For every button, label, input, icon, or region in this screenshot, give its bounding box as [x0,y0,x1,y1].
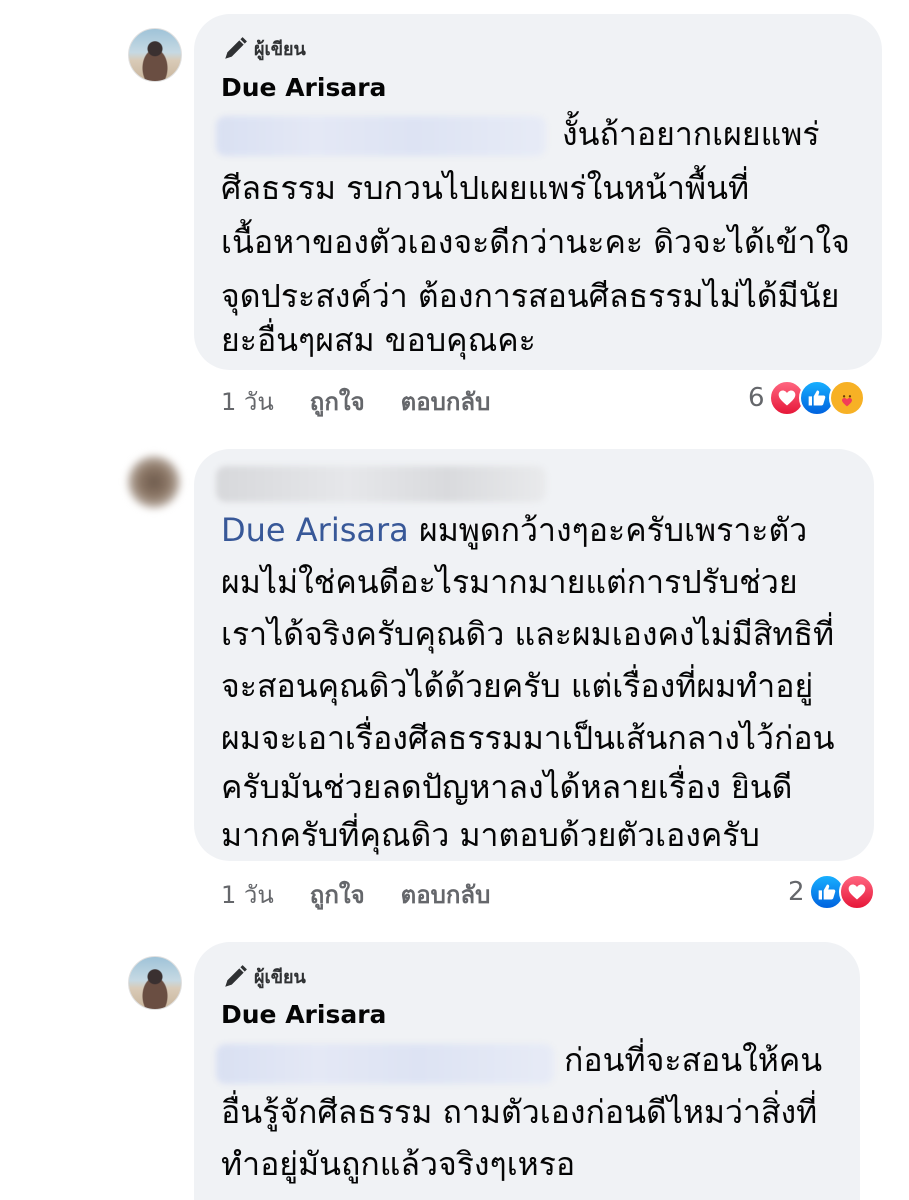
author-badge-label: ผู้เขียน [254,967,306,988]
comment-line: อื่นรู้จักศีลธรรม ถามตัวเองก่อนดีไหมว่าส… [221,1093,818,1131]
redacted-mention [216,1044,554,1084]
comment-line: ยะอื่นๆผสม ขอบคุณคะ [221,321,536,359]
reaction-count: 2 [788,877,805,907]
comment-line: ผมไม่ใช่คนดีอะไรมากมายแต่การปรับช่วย [221,563,798,601]
reply-button[interactable]: ตอบกลับ [401,382,491,421]
avatar[interactable] [128,456,180,508]
comment-line: เนื้อหาของตัวเองจะดีกว่านะคะ ดิวจะได้เข้… [221,223,850,261]
comment-meta: 1 วัน ถูกใจ ตอบกลับ [221,382,490,421]
comment-line: งั้นถ้าอยากเผยแพร่ [562,115,820,153]
avatar[interactable] [128,28,182,82]
reaction-summary[interactable]: 6 [748,380,865,416]
comment-line: ผมจะเอาเรื่องศีลธรรมมาเป็นเส้นกลางไว้ก่อ… [221,719,835,757]
comment-line: ทำอยู่มันถูกแล้วจริงๆเหรอ [221,1145,576,1183]
love-icon [838,874,875,910]
author-badge: ผู้เขียน [222,34,306,63]
redacted-mention [216,116,546,156]
avatar[interactable] [128,956,182,1010]
timestamp[interactable]: 1 วัน [221,382,274,421]
comment-line: ครับมันช่วยลดปัญหาลงได้หลายเรื่อง ยินดี [221,768,793,806]
pen-icon [225,36,247,59]
author-name[interactable]: Due Arisara [221,1000,386,1029]
care-icon [828,380,865,416]
comment-line: จะสอนคุณดิวได้ด้วยครับ แต่เรื่องที่ผมทำอ… [221,667,814,705]
timestamp[interactable]: 1 วัน [221,875,274,914]
like-button[interactable]: ถูกใจ [310,875,365,914]
mention-link[interactable]: Due Arisara [221,511,409,549]
like-button[interactable]: ถูกใจ [310,382,365,421]
comment-thread: ผู้เขียน Due Arisara งั้นถ้าอยากเผยแพร่ … [0,0,909,1200]
redacted-author-name [216,466,546,502]
comment-line: ก่อนที่จะสอนให้คน [564,1041,823,1079]
author-name[interactable]: Due Arisara [221,73,386,102]
author-badge: ผู้เขียน [222,962,306,991]
author-badge-label: ผู้เขียน [254,39,306,60]
pen-icon [225,964,247,987]
comment-line: มากครับที่คุณดิว มาตอบด้วยตัวเองครับ [221,816,760,854]
comment-line-text: ผมพูดกว้างๆอะครับเพราะตัว [418,511,808,549]
comment-meta: 1 วัน ถูกใจ ตอบกลับ [221,875,490,914]
reply-button[interactable]: ตอบกลับ [401,875,491,914]
comment-line: ศีลธรรม รบกวนไปเผยแพร่ในหน้าพื้นที่ [221,169,750,207]
comment-line: เราได้จริงครับคุณดิว และผมเองคงไม่มีสิทธ… [221,615,835,653]
reaction-summary[interactable]: 2 [788,874,875,910]
comment-line: Due Arisara ผมพูดกว้างๆอะครับเพราะตัว [221,503,807,557]
reaction-count: 6 [748,383,765,413]
